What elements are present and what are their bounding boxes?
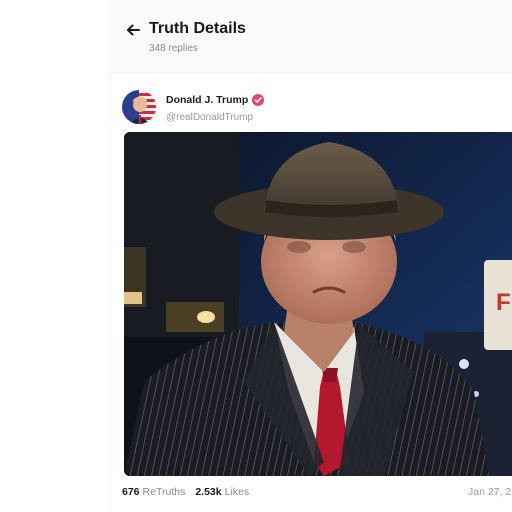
likes-count: 2.53k	[195, 486, 222, 498]
author-name-text: Donald J. Trump	[166, 94, 249, 106]
page-title: Truth Details	[149, 20, 246, 37]
post-image[interactable]: F	[124, 132, 512, 476]
retruths-stat[interactable]: 676 ReTruths	[122, 486, 185, 498]
verified-badge-icon	[252, 94, 265, 106]
left-gutter	[0, 0, 111, 512]
post-date: Jan 27, 2	[468, 486, 512, 498]
avatar[interactable]	[122, 90, 156, 124]
likes-label: Likes	[224, 486, 250, 498]
author-handle[interactable]: @realDonaldTrump	[166, 112, 253, 123]
back-button[interactable]	[123, 20, 143, 40]
post-stats: 676 ReTruths 2.53k Likes	[122, 486, 249, 498]
replies-count: 348 replies	[149, 43, 198, 54]
retruths-label: ReTruths	[142, 486, 186, 498]
retruths-count: 676	[122, 486, 140, 498]
truth-details-page: Truth Details 348 replies Donald J. Trum…	[0, 0, 512, 512]
author-name[interactable]: Donald J. Trump	[166, 94, 265, 106]
sign-letter: F	[496, 289, 511, 316]
arrow-left-icon	[127, 24, 140, 36]
likes-stat[interactable]: 2.53k Likes	[195, 486, 249, 498]
